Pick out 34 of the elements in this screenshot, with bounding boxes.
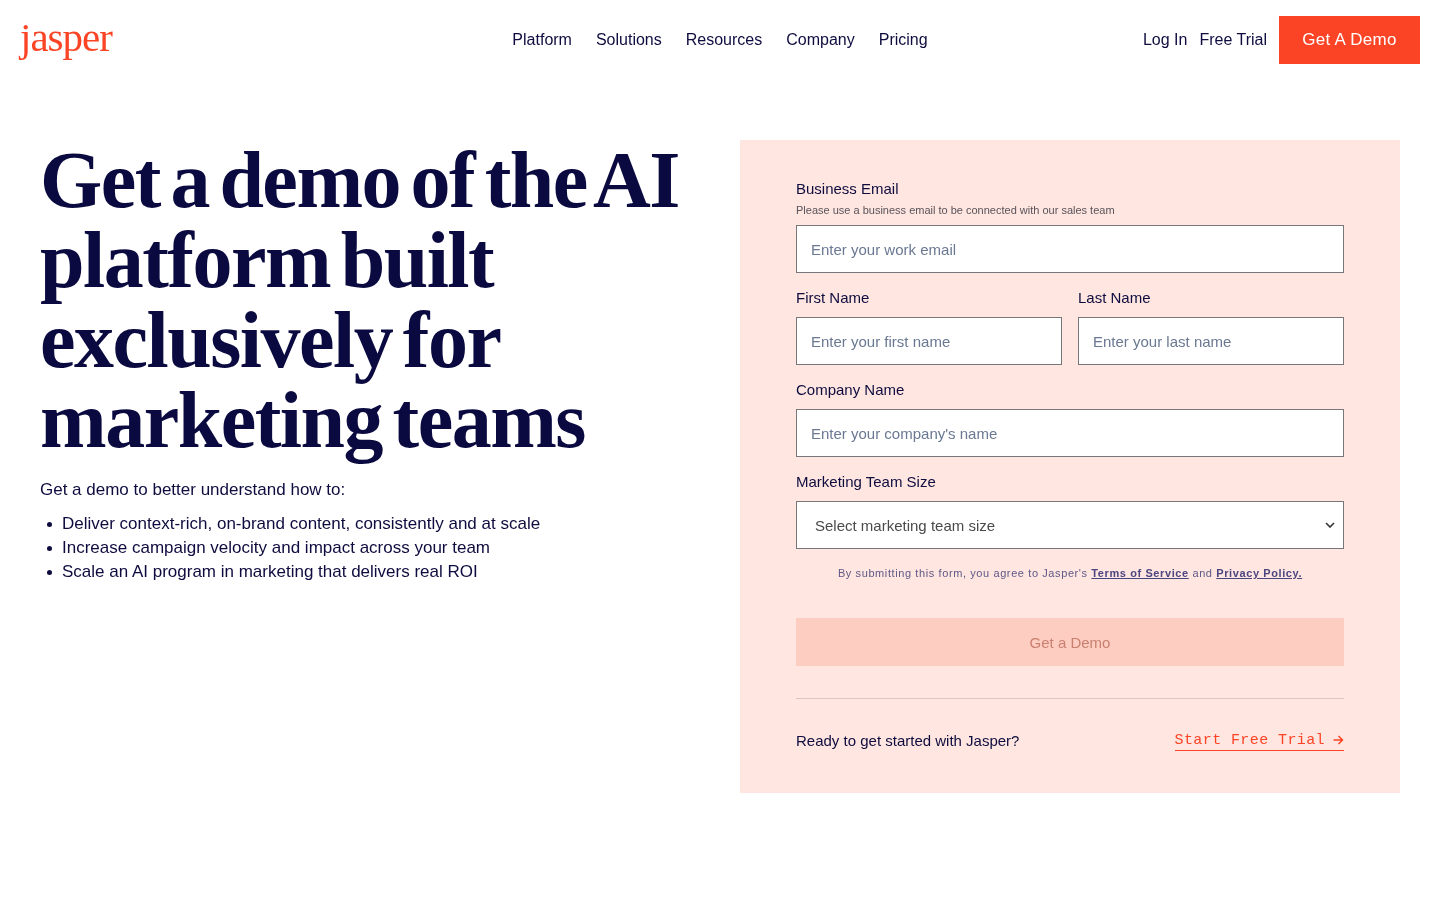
get-demo-button[interactable]: Get A Demo — [1279, 16, 1420, 64]
nav-link[interactable]: Pricing — [878, 31, 928, 49]
dropdown-field[interactable]: Select marketing team size — [796, 501, 1344, 549]
hero-heading: Get a demo of the AI platform built exclusively for marketing teams — [40, 135, 680, 466]
bullet-text: Scale an AI program in marketing that delivers real ROI — [62, 561, 478, 583]
bullet-text: Increase campaign velocity and impact across your team — [62, 537, 491, 559]
nav-link[interactable]: Company — [786, 31, 855, 49]
text-field[interactable]: Enter your work email — [796, 225, 1344, 273]
text-field[interactable]: Enter your first name — [796, 317, 1062, 365]
chevron-down-icon — [1325, 522, 1335, 528]
bullet-text: Deliver context-rich, on-brand content, consistently and at scale — [62, 513, 541, 535]
nav-link[interactable]: Resources — [685, 31, 763, 49]
bullet-icon — [47, 569, 52, 575]
field-label: First Name — [796, 289, 871, 307]
consent-text: By submitting this form, you agree to Jasper's Terms of Service and Privacy Policy. — [836, 566, 1304, 581]
field-hint: Please use a business email to be connected with our sales team — [796, 203, 1116, 217]
field-label: Last Name — [1078, 289, 1152, 307]
bullet-icon — [47, 521, 52, 527]
field-label: Business Email — [796, 180, 900, 198]
arrow-right-icon — [1333, 735, 1344, 745]
login-link[interactable]: Log In — [1142, 31, 1188, 49]
free-trial-link[interactable]: Free Trial — [1199, 31, 1267, 49]
policy-link[interactable]: Privacy Policy. — [1216, 567, 1303, 579]
intro-text: Get a demo to better understand how to: — [40, 479, 347, 501]
field-label: Marketing Team Size — [796, 473, 937, 491]
field-label: Company Name — [796, 381, 906, 399]
text-field[interactable]: Enter your last name — [1078, 317, 1344, 365]
text-field[interactable]: Enter your company's name — [796, 409, 1344, 457]
nav-link[interactable]: Solutions — [595, 31, 662, 49]
logo[interactable]: jasper — [20, 13, 112, 63]
nav-link[interactable]: Platform — [512, 31, 572, 49]
footer-text: Ready to get started with Jasper? — [796, 731, 1020, 751]
policy-link[interactable]: Terms of Service — [1091, 567, 1189, 579]
bullet-icon — [47, 545, 52, 551]
